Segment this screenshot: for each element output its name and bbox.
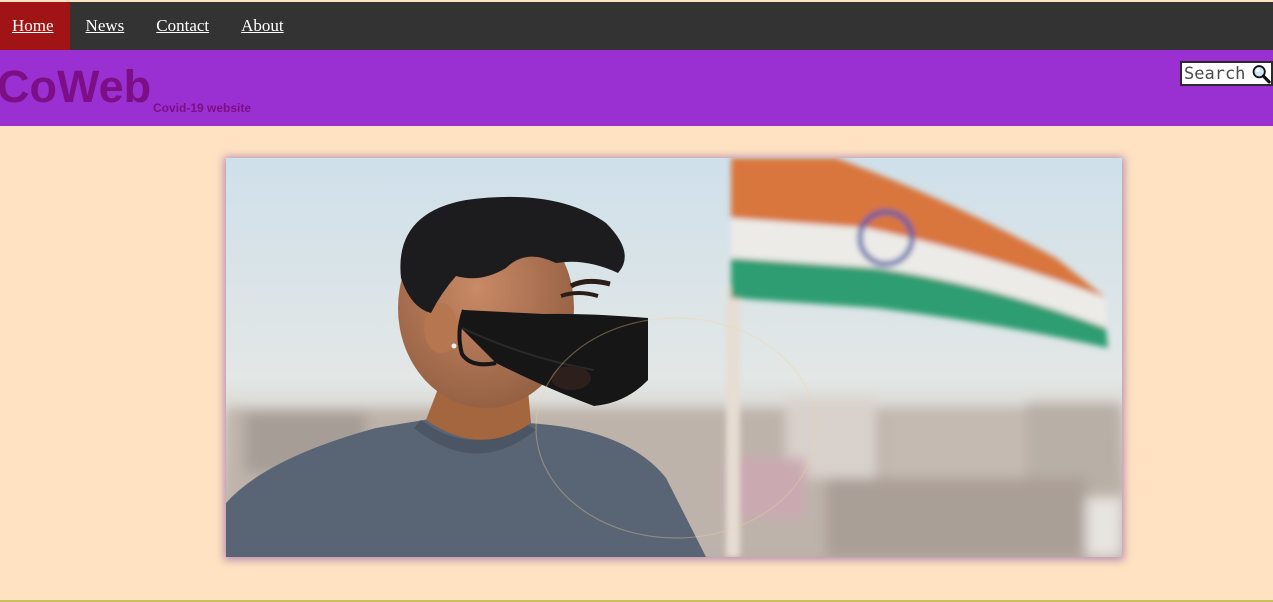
site-title: CoWeb [0,61,152,112]
masked-person-flag-illustration [226,158,1122,557]
search-box[interactable] [1180,61,1273,86]
nav-home-link[interactable]: Home [0,2,70,50]
top-navigation: Home News Contact About [0,2,1273,50]
search-input[interactable] [1184,63,1252,84]
search-icon[interactable] [1251,63,1271,85]
nav-news-link[interactable]: News [70,2,141,50]
site-tagline: Covid-19 website [153,101,252,115]
hero-image [226,158,1122,557]
nav-about-link[interactable]: About [225,2,300,50]
nav-contact-link[interactable]: Contact [140,2,225,50]
site-header: CoWeb Covid-19 website [0,50,1273,126]
